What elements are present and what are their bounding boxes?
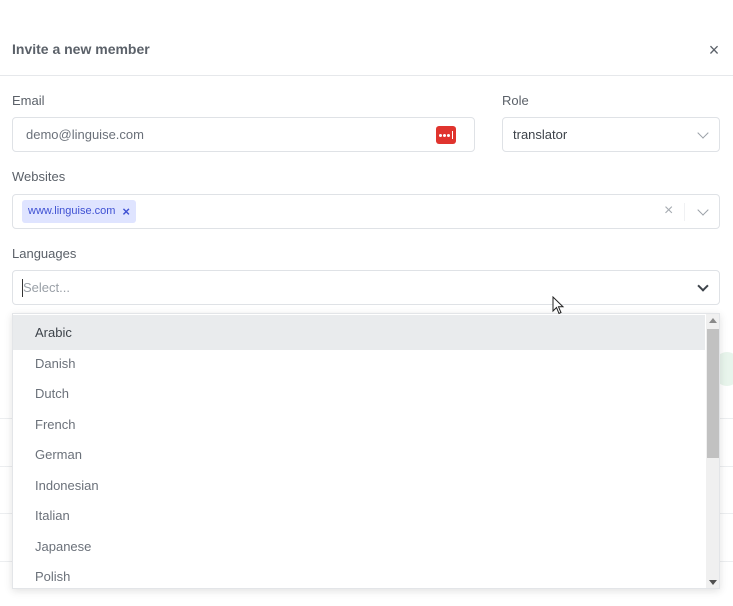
- language-option-dutch[interactable]: Dutch: [13, 376, 705, 411]
- role-value: translator: [513, 127, 568, 142]
- remove-tag-icon[interactable]: ×: [122, 200, 130, 223]
- language-option-polish[interactable]: Polish: [13, 559, 705, 588]
- scroll-down-arrow-icon[interactable]: [709, 580, 717, 585]
- modal-title: Invite a new member: [12, 41, 150, 57]
- email-label: Email: [12, 93, 45, 108]
- chevron-down-icon[interactable]: [697, 204, 709, 216]
- clear-icon[interactable]: ×: [664, 202, 673, 220]
- email-field[interactable]: demo@linguise.com: [12, 117, 475, 152]
- language-option-italian[interactable]: Italian: [13, 498, 705, 533]
- mouse-pointer-icon: [552, 296, 565, 315]
- dropdown-scrollbar[interactable]: [706, 314, 719, 588]
- modal-header: Invite a new member ×: [0, 0, 733, 76]
- close-icon[interactable]: ×: [706, 41, 722, 59]
- chevron-down-icon[interactable]: [697, 127, 709, 139]
- languages-placeholder[interactable]: Select...: [23, 280, 70, 295]
- website-tag: www.linguise.com ×: [22, 200, 137, 223]
- languages-dropdown-menu[interactable]: Arabic Danish Dutch French German Indone…: [12, 313, 720, 589]
- role-select[interactable]: translator: [502, 117, 720, 152]
- role-label: Role: [502, 93, 529, 108]
- language-option-arabic[interactable]: Arabic: [13, 315, 705, 350]
- language-option-german[interactable]: German: [13, 437, 705, 472]
- chevron-down-icon[interactable]: [697, 280, 709, 292]
- scrollbar-thumb[interactable]: [707, 329, 719, 458]
- indicator-separator: [684, 203, 685, 221]
- websites-select[interactable]: www.linguise.com × ×: [12, 194, 720, 229]
- websites-label: Websites: [12, 169, 66, 184]
- website-tag-label: www.linguise.com: [28, 205, 116, 217]
- languages-select[interactable]: Select...: [12, 270, 720, 305]
- password-manager-icon[interactable]: [436, 126, 456, 144]
- email-value[interactable]: demo@linguise.com: [26, 127, 144, 142]
- scroll-up-arrow-icon[interactable]: [709, 318, 717, 323]
- languages-label: Languages: [12, 246, 77, 261]
